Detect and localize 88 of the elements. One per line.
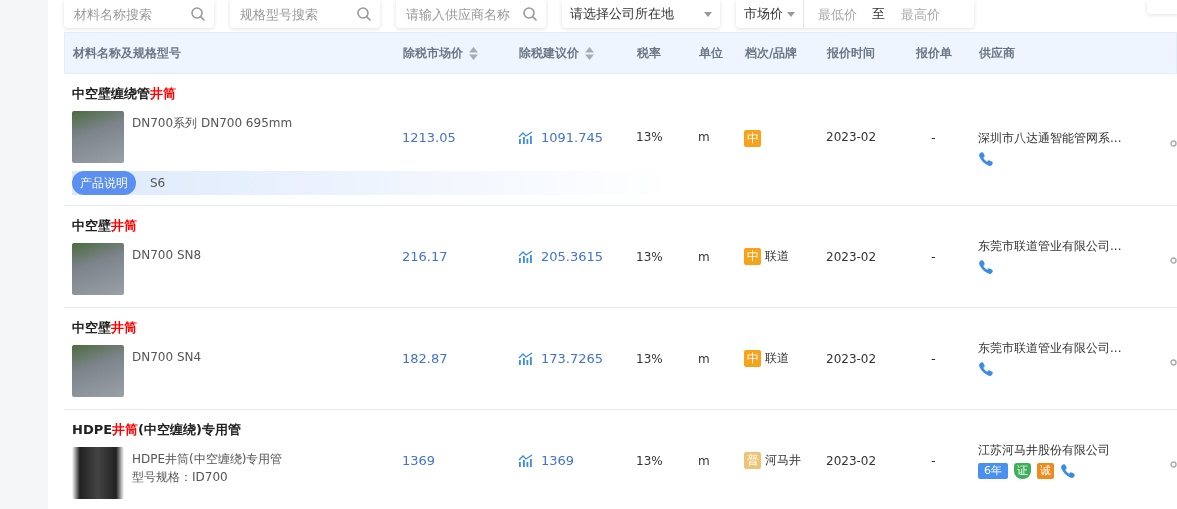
supplier-name[interactable]: 东莞市联道管业有限公司... (978, 340, 1122, 357)
product-name[interactable]: 中空壁井筒 (72, 217, 402, 235)
search-field[interactable]: 材料名称搜索 (72, 5, 190, 23)
quote-date: 2023-02 (826, 249, 877, 264)
sortable-column-header[interactable]: 除税建议价 (519, 44, 594, 62)
unit-text: m (698, 351, 710, 366)
quote-sheet-value: - (930, 351, 936, 366)
suggested-price: 205.3615 (541, 249, 604, 264)
tax-rate: 13% (636, 249, 663, 264)
phone-icon[interactable] (978, 151, 994, 167)
market-price: 1213.05 (402, 130, 456, 145)
quote-sheet-value: - (930, 453, 936, 468)
product-name[interactable]: 中空壁井筒 (72, 319, 402, 337)
more-icon[interactable] (1170, 460, 1177, 468)
min-price-field[interactable]: 最低价 (804, 5, 870, 23)
brand-name: 联道 (765, 350, 789, 367)
grade-badge: 中 (744, 130, 761, 147)
unit-text: m (698, 249, 710, 264)
more-icon[interactable] (1170, 256, 1177, 264)
phone-icon[interactable] (1060, 463, 1076, 479)
phone-icon[interactable] (978, 259, 994, 275)
years-badge: 6年 (978, 463, 1008, 479)
suggested-price: 1091.745 (541, 130, 604, 145)
spec-text: DN700 SN4 (132, 349, 202, 366)
column-header: 档次/品牌 (745, 44, 798, 62)
grade-badge: 中 (744, 350, 761, 367)
location-select[interactable]: 请选择公司所在地 (562, 0, 720, 28)
suggested-price: 173.7265 (541, 351, 604, 366)
brand-name: 河马井 (765, 452, 801, 469)
grade-badge: 中 (744, 248, 761, 265)
spec-text: HDPE井筒(中空缠绕)专用管 (132, 451, 283, 468)
photo-placeholder (72, 345, 124, 397)
search-icon (356, 6, 372, 22)
more-icon[interactable] (1170, 139, 1177, 147)
column-header: 材料名称及规格型号 (73, 44, 181, 62)
column-header: 报价单 (916, 44, 952, 62)
phone-icon[interactable] (978, 361, 994, 377)
grade-badge: 普 (744, 452, 761, 469)
price-trend-icon[interactable] (518, 454, 533, 467)
quote-sheet-value: - (930, 249, 936, 264)
price-trend-icon[interactable] (518, 131, 533, 144)
tax-rate: 13% (636, 453, 663, 468)
supplier-name[interactable]: 江苏河马井股份有限公司 (978, 442, 1110, 459)
market-price: 216.17 (402, 249, 448, 264)
column-header: 报价时间 (827, 44, 875, 62)
search-field[interactable]: 规格型号搜索 (238, 5, 356, 23)
column-header: 供应商 (979, 44, 1015, 62)
search-field[interactable]: 请输入供应商名称 (404, 5, 522, 23)
sort-icon[interactable] (585, 46, 594, 60)
tax-rate: 13% (636, 351, 663, 366)
supplier-name[interactable]: 东莞市联道管业有限公司... (978, 238, 1122, 255)
caret-icon (704, 11, 712, 17)
quote-date: 2023-02 (826, 351, 877, 366)
sort-icon[interactable] (469, 46, 478, 60)
unit-text: m (698, 453, 710, 468)
spec-text: DN700系列 DN700 695mm (132, 115, 293, 132)
quote-date: 2023-02 (826, 453, 877, 468)
description-text: S6 (150, 176, 166, 190)
max-price-field[interactable]: 最高价 (887, 5, 953, 23)
range-separator: 至 (871, 5, 886, 23)
photo-placeholder (72, 243, 124, 295)
unit-text: m (698, 130, 710, 144)
price-type-select[interactable]: 市场价 (736, 0, 804, 28)
market-price: 1369 (402, 453, 436, 468)
caret-icon (787, 11, 795, 17)
spec-text: DN700 SN8 (132, 247, 202, 264)
photo-placeholder (72, 447, 124, 499)
supplier-name[interactable]: 深圳市八达通智能管网系... (978, 130, 1122, 147)
quote-sheet-value: - (930, 130, 936, 145)
price-trend-icon[interactable] (518, 250, 533, 263)
quote-date: 2023-02 (826, 130, 877, 144)
more-icon[interactable] (1170, 358, 1177, 366)
price-trend-icon[interactable] (518, 352, 533, 365)
tax-rate: 13% (636, 130, 663, 144)
suggested-price: 1369 (541, 453, 575, 468)
search-icon (190, 6, 206, 22)
product-name[interactable]: HDPE井筒(中空缠绕)专用管 (72, 421, 402, 439)
product-name[interactable]: 中空壁缠绕管井筒 (72, 85, 402, 103)
photo-placeholder (72, 111, 124, 163)
search-icon (522, 6, 538, 22)
spec-text: 型号规格：ID700 (132, 469, 229, 486)
column-header: 单位 (699, 44, 723, 62)
sortable-column-header[interactable]: 除税市场价 (403, 44, 478, 62)
brand-name: 联道 (765, 248, 789, 265)
column-header: 税率 (637, 44, 661, 62)
integrity-badge: 诚 (1037, 463, 1054, 479)
certified-badge: 证 (1014, 463, 1031, 479)
market-price: 182.87 (402, 351, 448, 366)
